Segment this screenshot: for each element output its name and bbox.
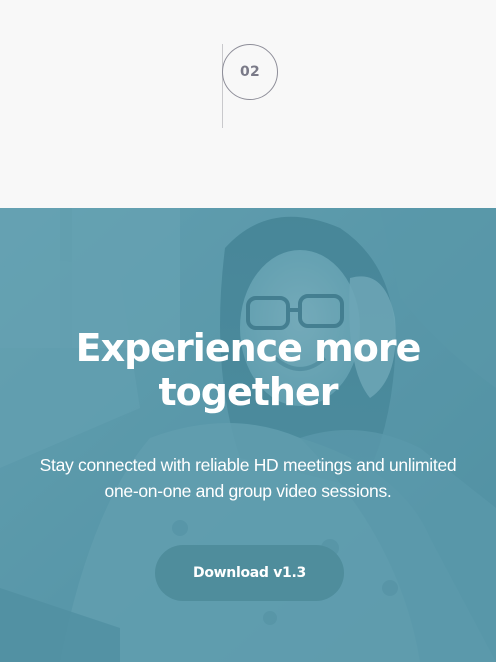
cta-hero: Experience more together Stay connected … (0, 208, 496, 662)
hero-title: Experience more together (0, 326, 496, 414)
step-section: 02 (0, 0, 496, 208)
hero-subtitle-line-1: Stay connected with reliable HD meetings… (39, 455, 457, 475)
step-connector-line (222, 44, 223, 128)
hero-title-line-2: together (158, 370, 339, 414)
step-indicator: 02 (222, 44, 278, 100)
step-number: 02 (239, 64, 261, 80)
hero-subtitle-line-2: one-on-one and group video sessions. (104, 481, 392, 501)
page: 02 Experience more together Stay connect… (0, 0, 496, 662)
download-button[interactable]: Download v1.3 (155, 545, 344, 601)
hero-subtitle: Stay connected with reliable HD meetings… (20, 452, 476, 504)
hero-title-line-1: Experience more (75, 326, 422, 370)
